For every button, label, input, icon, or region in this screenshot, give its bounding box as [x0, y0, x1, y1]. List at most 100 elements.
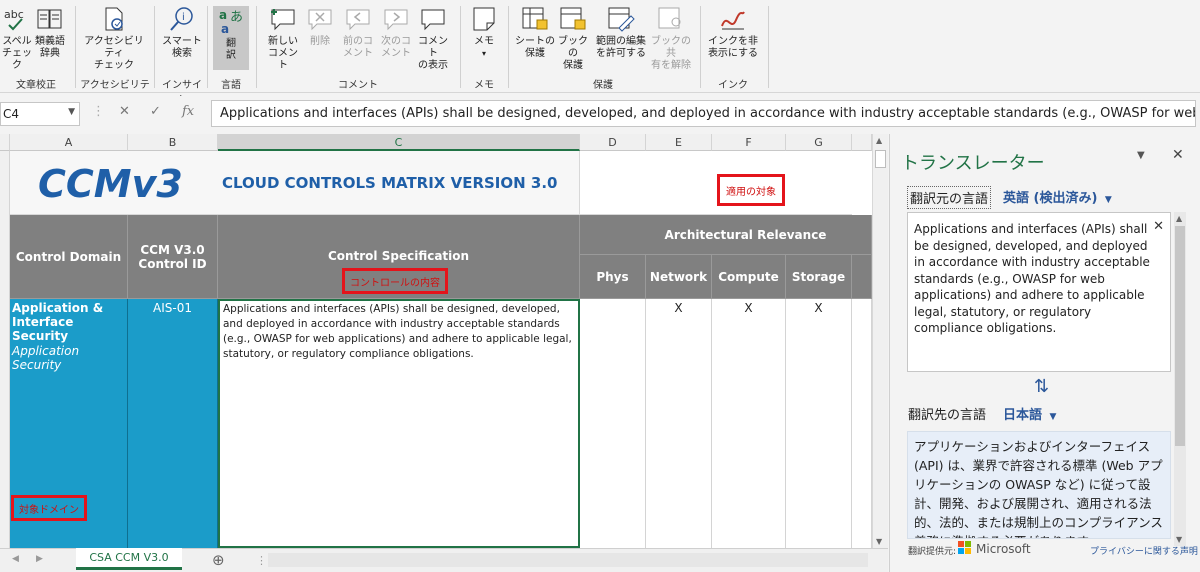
next-comment-icon [381, 4, 411, 34]
translated-text-box[interactable]: アプリケーションおよびインターフェイス (API) は、業界で許容される標準 (… [907, 431, 1171, 539]
cell-next[interactable] [852, 299, 872, 548]
privacy-statement-link[interactable]: プライバシーに関する声明 [1090, 544, 1198, 557]
enter-icon[interactable]: ✓ [150, 104, 161, 119]
cell-control-id[interactable]: AIS-01 [128, 299, 218, 548]
previous-comment-button[interactable]: 前のコ メント [340, 4, 376, 60]
cell-network[interactable]: X [646, 299, 712, 548]
domain-subtitle: Application Security [12, 344, 80, 372]
annotation-control-content: コントロールの内容 [342, 268, 448, 294]
select-all-corner[interactable] [0, 134, 10, 151]
scroll-next-sheet-icon[interactable]: ▶ [36, 554, 43, 564]
source-text-box[interactable]: Applications and interfaces (APIs) shall… [907, 212, 1171, 372]
svg-text:あ: あ [230, 10, 243, 25]
column-header-b[interactable]: B [128, 134, 218, 151]
target-language-dropdown[interactable]: 日本語 ▼ [1003, 404, 1056, 423]
provider-name: Microsoft [976, 542, 1031, 556]
column-header-a[interactable]: A [10, 134, 128, 151]
accessibility-check-button[interactable]: アクセシビリティ チェック [80, 4, 148, 72]
new-comment-button[interactable]: 新しい コメント [264, 4, 302, 72]
formula-input[interactable]: Applications and interfaces (APIs) shall… [211, 100, 1196, 127]
hide-ink-icon [718, 4, 748, 34]
group-label-proofing: 文章校正 [16, 80, 56, 91]
protect-workbook-button[interactable]: ブックの 保護 [556, 4, 590, 72]
scroll-up-icon[interactable]: ▲ [1176, 214, 1182, 223]
chevron-down-icon: ▼ [1049, 412, 1057, 422]
more-options-icon: ⋮ [256, 554, 267, 567]
header-compute[interactable]: Compute [712, 255, 786, 299]
accessibility-icon [99, 4, 129, 34]
swap-languages-icon[interactable]: ⇅ [1034, 376, 1049, 397]
scroll-thumb[interactable] [875, 150, 886, 168]
column-header-d[interactable]: D [580, 134, 646, 151]
abc-check-icon: abc [2, 4, 32, 34]
smart-lookup-button[interactable]: i スマート 検索 [160, 4, 204, 60]
source-language-dropdown[interactable]: 英語 (検出済み) ▼ [1003, 187, 1112, 206]
add-sheet-icon[interactable]: ⊕ [212, 551, 225, 569]
header-next[interactable] [852, 255, 872, 299]
clear-text-icon[interactable]: ✕ [1153, 219, 1164, 236]
column-header-c[interactable]: C [218, 134, 580, 151]
scroll-down-icon[interactable]: ▼ [1176, 535, 1182, 544]
vertical-scrollbar[interactable]: ▲ ▼ [872, 134, 888, 548]
group-separator [460, 6, 461, 88]
hide-ink-button[interactable]: インクを非 表示にする [706, 4, 760, 60]
translate-icon: aあa [216, 6, 246, 36]
allow-edit-ranges-button[interactable]: 範囲の編集 を許可する [592, 4, 650, 60]
group-label-language: 言語 [221, 80, 241, 91]
column-header-h[interactable] [852, 134, 872, 151]
column-header-e[interactable]: E [646, 134, 712, 151]
protect-sheet-icon [520, 4, 550, 34]
cell-storage[interactable]: X [786, 299, 852, 548]
chevron-down-icon: ▼ [1104, 195, 1112, 205]
smart-search-icon: i [167, 4, 197, 34]
header-network[interactable]: Network [646, 255, 712, 299]
allow-edit-range-icon [606, 4, 636, 34]
column-header-g[interactable]: G [786, 134, 852, 151]
cell-compute[interactable]: X [712, 299, 786, 548]
group-label-notes: メモ [474, 80, 494, 91]
next-comment-button[interactable]: 次のコ メント [378, 4, 414, 60]
scroll-up-icon[interactable]: ▲ [876, 136, 882, 145]
name-box[interactable]: C4 ▼ [0, 102, 80, 126]
group-label-protect: 保護 [593, 80, 613, 91]
thesaurus-button[interactable]: 類義語 辞典 [32, 4, 68, 60]
chevron-down-icon[interactable]: ▼ [68, 107, 75, 117]
show-comments-button[interactable]: コメント の表示 [414, 4, 452, 72]
scroll-prev-sheet-icon[interactable]: ◀ [12, 554, 19, 564]
group-separator [154, 6, 155, 88]
row-header-strip[interactable] [0, 151, 10, 548]
sheet-tab-csa-ccm[interactable]: CSA CCM V3.0 [76, 548, 182, 570]
cell-phys[interactable] [580, 299, 646, 548]
close-icon[interactable]: ✕ [1172, 147, 1184, 163]
pane-options-icon[interactable]: ▼ [1137, 150, 1145, 161]
group-separator [207, 6, 208, 88]
protect-sheet-button[interactable]: シートの 保護 [514, 4, 556, 60]
show-comments-icon [418, 4, 448, 34]
ccm-logo: CCMv3 [36, 161, 186, 206]
translate-button[interactable]: aあa 翻 訳 [213, 6, 249, 70]
group-separator [256, 6, 257, 88]
group-separator [508, 6, 509, 88]
header-control-domain[interactable]: Control Domain [10, 215, 128, 299]
pane-scrollbar[interactable]: ▲ ▼ [1174, 212, 1186, 546]
horizontal-scrollbar[interactable] [268, 553, 868, 567]
pane-scroll-thumb[interactable] [1175, 226, 1185, 446]
ribbon: abc スペル チェック 類義語 辞典 文章校正 アクセシビリティ チェック ア… [0, 0, 1200, 106]
delete-comment-button[interactable]: 削除 [304, 4, 336, 48]
scroll-down-icon[interactable]: ▼ [876, 537, 882, 546]
cancel-icon[interactable]: ✕ [119, 104, 130, 119]
header-architectural-relevance[interactable]: Architectural Relevance [580, 215, 872, 255]
prev-comment-icon [343, 4, 373, 34]
header-phys[interactable]: Phys [580, 255, 646, 299]
spreadsheet-grid[interactable]: A B C D E F G CCMv3 CLOUD CONTROLS MATRI… [0, 134, 872, 548]
cell-control-spec[interactable]: Applications and interfaces (APIs) shall… [218, 299, 580, 548]
spelling-button[interactable]: abc スペル チェック [2, 4, 32, 72]
column-header-f[interactable]: F [712, 134, 786, 151]
banner-right-cell[interactable] [580, 151, 852, 215]
notes-button[interactable]: メモ ▾ [468, 4, 500, 60]
group-separator [768, 6, 769, 88]
insert-function-icon[interactable]: fx [182, 104, 194, 119]
header-control-id[interactable]: CCM V3.0 Control ID [128, 215, 218, 299]
unshare-workbook-button[interactable]: ブックの共 有を解除 [650, 4, 692, 72]
header-storage[interactable]: Storage [786, 255, 852, 299]
